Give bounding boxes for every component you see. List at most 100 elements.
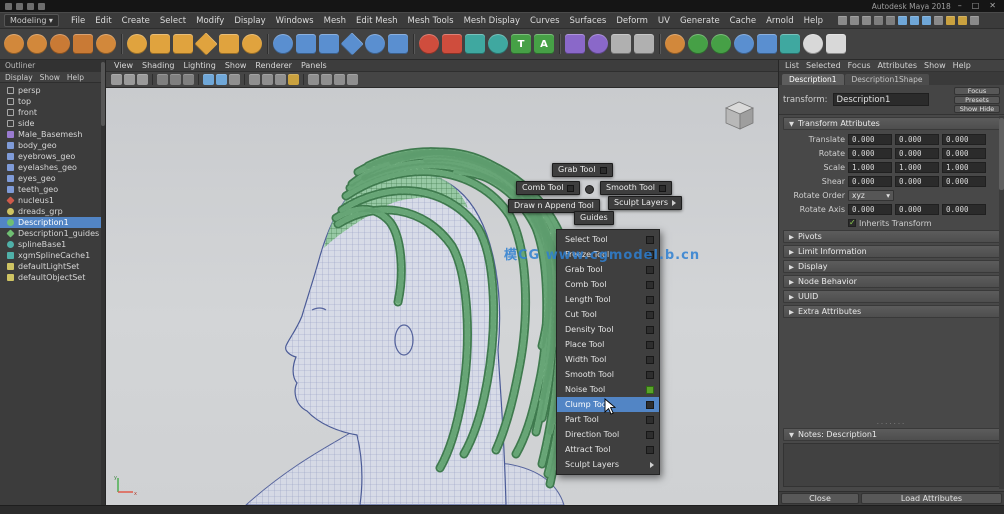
menu-select[interactable]: Select <box>155 16 191 26</box>
viewport-menu-view[interactable]: View <box>114 61 133 70</box>
section-transform-attributes[interactable]: ▼ Transform Attributes <box>783 117 1000 130</box>
attribute-editor-scrollbar[interactable] <box>999 116 1004 489</box>
resize-handle[interactable]: ······· <box>783 420 1000 428</box>
snap-to-point-icon[interactable] <box>922 16 931 25</box>
save-scene-icon[interactable] <box>862 16 871 25</box>
tool-options-icon[interactable] <box>646 371 654 379</box>
nurbs-cylinder-icon[interactable] <box>173 34 193 54</box>
bifrost-icon[interactable] <box>780 34 800 54</box>
smooth-mesh-icon[interactable] <box>588 34 608 54</box>
redo-icon[interactable] <box>886 16 895 25</box>
rotate-axis-field[interactable] <box>895 204 939 215</box>
menu-deform[interactable]: Deform <box>611 16 653 26</box>
ae-menu-help[interactable]: Help <box>953 61 971 70</box>
lighting-mode-icon[interactable] <box>288 74 299 85</box>
nurbs-cube-icon[interactable] <box>150 34 170 54</box>
node-name-field[interactable] <box>833 93 929 106</box>
multi-cut-icon[interactable] <box>465 34 485 54</box>
menu-uv[interactable]: UV <box>653 16 675 26</box>
section-limit-information[interactable]: ▶Limit Information <box>783 245 1000 258</box>
construction-history-icon[interactable] <box>934 16 943 25</box>
poly-sphere-icon[interactable] <box>273 34 293 54</box>
presets-button[interactable]: Presets <box>954 96 1000 104</box>
ae-menu-list[interactable]: List <box>785 61 799 70</box>
menu-file[interactable]: File <box>66 16 90 26</box>
arnold-render-icon[interactable] <box>803 34 823 54</box>
outliner-item-defaultlightset[interactable]: defaultLightSet <box>0 261 105 272</box>
tool-options-icon[interactable] <box>646 416 654 424</box>
viewport-menu-show[interactable]: Show <box>225 61 247 70</box>
viewport-menu-lighting[interactable]: Lighting <box>183 61 215 70</box>
outliner-item-male-basemesh[interactable]: Male_Basemesh <box>0 129 105 140</box>
ipr-render-icon[interactable] <box>216 74 227 85</box>
select-by-hierarchy-icon[interactable] <box>111 74 122 85</box>
ae-menu-attributes[interactable]: Attributes <box>878 61 918 70</box>
undo-icon[interactable] <box>874 16 883 25</box>
menu-mesh-tools[interactable]: Mesh Tools <box>403 16 459 26</box>
bezier-curve-icon[interactable] <box>50 34 70 54</box>
maximize-button[interactable]: □ <box>969 1 983 11</box>
open-scene-icon[interactable] <box>850 16 859 25</box>
menu-modify[interactable]: Modify <box>191 16 229 26</box>
render-icon[interactable] <box>203 74 214 85</box>
field-chart-icon[interactable] <box>321 74 332 85</box>
context-menu-item-length-tool[interactable]: Length Tool <box>557 292 659 307</box>
context-menu-item-direction-tool[interactable]: Direction Tool <box>557 427 659 442</box>
viewport-menu-panels[interactable]: Panels <box>301 61 327 70</box>
tool-options-icon[interactable] <box>659 185 666 192</box>
outliner-item-defaultobjectset[interactable]: defaultObjectSet <box>0 272 105 283</box>
tool-options-icon[interactable] <box>646 356 654 364</box>
menu-display[interactable]: Display <box>229 16 270 26</box>
tool-options-icon[interactable] <box>646 446 654 454</box>
tool-options-icon[interactable] <box>646 386 654 394</box>
ae-menu-show[interactable]: Show <box>924 61 946 70</box>
marking-menu-grab-tool[interactable]: Grab Tool <box>552 163 613 177</box>
paint-effects-icon[interactable] <box>665 34 685 54</box>
new-scene-icon[interactable] <box>16 3 23 10</box>
ae-menu-selected[interactable]: Selected <box>806 61 841 70</box>
tool-options-icon[interactable] <box>646 311 654 319</box>
outliner-item-dreads-grp[interactable]: dreads_grp <box>0 206 105 217</box>
menu-mesh-display[interactable]: Mesh Display <box>459 16 525 26</box>
tool-options-icon[interactable] <box>646 296 654 304</box>
rotate-axis-field[interactable] <box>942 204 986 215</box>
translate-field[interactable] <box>895 134 939 145</box>
outliner-item-eyes-geo[interactable]: eyes_geo <box>0 173 105 184</box>
save-scene-icon[interactable] <box>38 3 45 10</box>
render-settings-icon[interactable] <box>970 16 979 25</box>
select-by-component-icon[interactable] <box>137 74 148 85</box>
scale-field[interactable] <box>942 162 986 173</box>
shaded-mode-icon[interactable] <box>262 74 273 85</box>
outliner-item-body-geo[interactable]: body_geo <box>0 140 105 151</box>
rotate-field[interactable] <box>942 148 986 159</box>
load-attributes-button[interactable]: Load Attributes <box>861 493 1002 504</box>
poly-plane-icon[interactable] <box>388 34 408 54</box>
menu-help[interactable]: Help <box>799 16 828 26</box>
snap-to-curve-icon[interactable] <box>910 16 919 25</box>
select-by-object-icon[interactable] <box>124 74 135 85</box>
snap-grid-icon[interactable] <box>157 74 168 85</box>
minimize-button[interactable]: – <box>955 1 965 11</box>
translate-field[interactable] <box>848 134 892 145</box>
inherits-transform-checkbox[interactable] <box>848 219 856 227</box>
menu-edit[interactable]: Edit <box>90 16 116 26</box>
snap-curve-icon[interactable] <box>170 74 181 85</box>
menu-cache[interactable]: Cache <box>725 16 761 26</box>
section-notes[interactable]: ▼ Notes: Description1 <box>783 428 1000 441</box>
context-menu-item-noise-tool[interactable]: Noise Tool <box>557 382 659 397</box>
boolean-union-icon[interactable] <box>565 34 585 54</box>
cv-curve-icon[interactable] <box>4 34 24 54</box>
close-button[interactable]: ✕ <box>986 1 999 11</box>
focus-button[interactable]: Focus <box>954 87 1000 95</box>
tool-options-icon[interactable] <box>646 236 654 244</box>
textured-mode-icon[interactable] <box>275 74 286 85</box>
menu-edit-mesh[interactable]: Edit Mesh <box>351 16 403 26</box>
quad-draw-icon[interactable] <box>442 34 462 54</box>
outliner-item-description1-guides[interactable]: Description1_guides <box>0 228 105 239</box>
tool-options-icon[interactable] <box>646 266 654 274</box>
context-menu-item-density-tool[interactable]: Density Tool <box>557 322 659 337</box>
rotate-order-dropdown[interactable]: xyz▾ <box>848 190 894 201</box>
snap-to-grid-icon[interactable] <box>898 16 907 25</box>
marking-menu-comb-tool[interactable]: Comb Tool <box>516 181 580 195</box>
sculpt-tool-icon[interactable] <box>419 34 439 54</box>
